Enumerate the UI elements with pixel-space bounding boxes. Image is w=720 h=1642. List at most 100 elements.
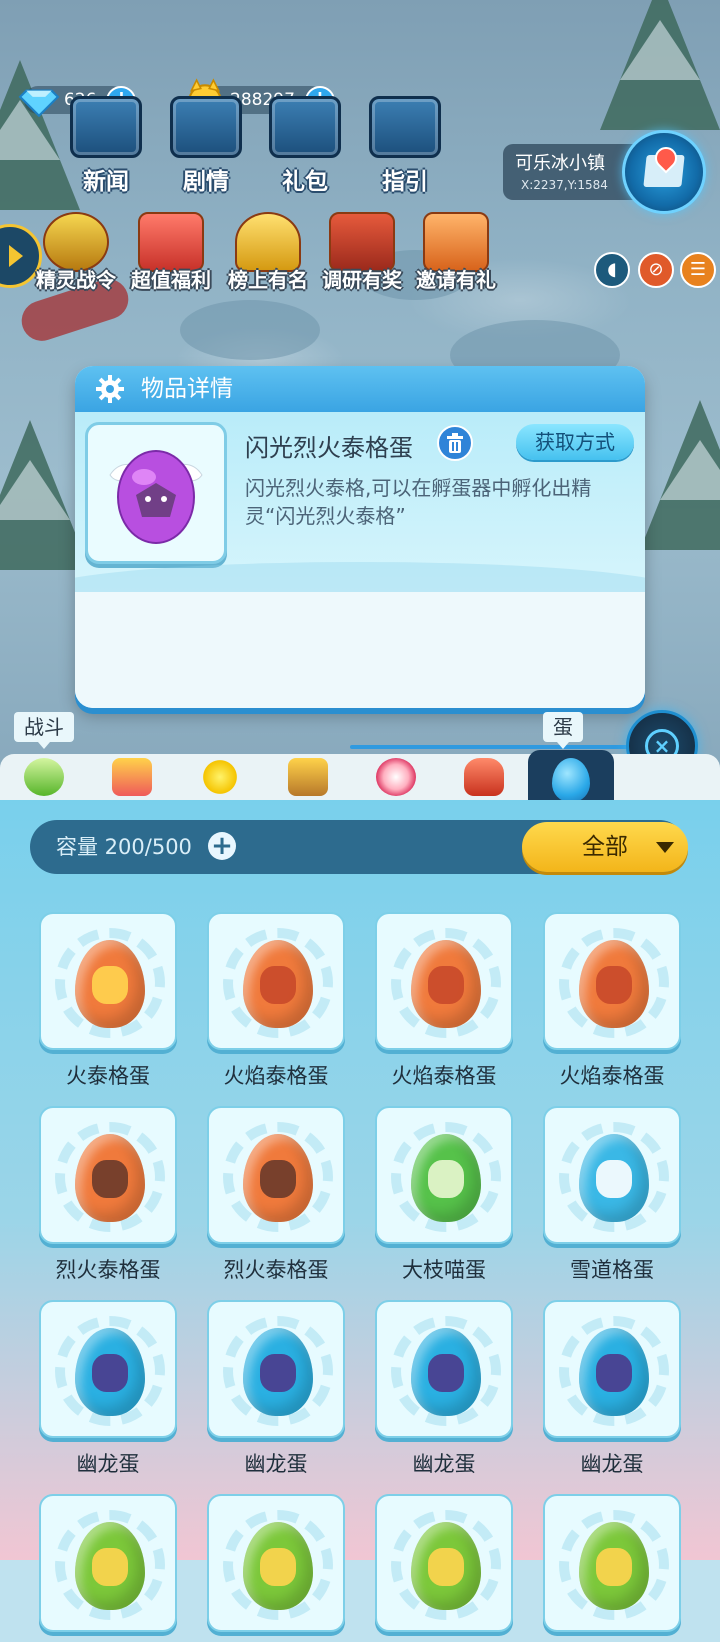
egg-slot[interactable] (375, 1494, 513, 1642)
tab-crown[interactable] (266, 754, 350, 800)
egg-slot-card (39, 1106, 177, 1244)
egg-slot[interactable]: 雪道格蛋 (543, 1106, 681, 1284)
pet-face-image (596, 1354, 632, 1392)
egg-image (411, 940, 481, 1028)
egg-name: 烈火泰格蛋 (55, 1258, 161, 1282)
pet-face-image (92, 966, 128, 1004)
egg-name: 幽龙蛋 (412, 1452, 476, 1476)
pet-face-image (428, 1548, 464, 1586)
egg-image (75, 1134, 145, 1222)
invite-label: 邀请有礼 (416, 268, 496, 292)
pet-face-image (260, 1548, 296, 1586)
tab-props[interactable] (178, 754, 262, 800)
egg-slot[interactable]: 烈火泰格蛋 (39, 1106, 177, 1284)
leaderboard-button[interactable]: 榜上有名 (218, 212, 318, 293)
diamond-icon (18, 89, 60, 118)
gift-box-icon (269, 96, 341, 158)
egg-image (75, 940, 145, 1028)
pet-face-image (428, 966, 464, 1004)
welfare-label: 超值福利 (131, 268, 211, 292)
egg-slot[interactable]: 烈火泰格蛋 (207, 1106, 345, 1284)
egg-slot[interactable]: 幽龙蛋 (39, 1300, 177, 1478)
egg-name: 烈火泰格蛋 (223, 1258, 329, 1282)
egg-name: 幽龙蛋 (580, 1452, 644, 1476)
egg-slot-card (207, 912, 345, 1050)
egg-slot-card (207, 1300, 345, 1438)
battle-pass-label: 精灵战令 (36, 268, 116, 292)
egg-slot-card (207, 1494, 345, 1632)
egg-slot[interactable]: 火焰泰格蛋 (207, 912, 345, 1090)
egg-tab-tag: 蛋 (543, 712, 583, 749)
battle-pass-button[interactable]: 精灵战令 (26, 212, 126, 293)
egg-name: 火泰格蛋 (66, 1064, 150, 1088)
egg-name: 雪道格蛋 (570, 1258, 654, 1282)
tab-egg[interactable] (528, 750, 614, 802)
invite-button[interactable]: 邀请有礼 (406, 212, 506, 293)
tab-mount[interactable] (442, 754, 526, 800)
news-button[interactable]: 新闻 (61, 96, 151, 196)
block-items-icon (112, 758, 152, 796)
star-wand-icon (200, 758, 240, 796)
egg-slot[interactable]: 幽龙蛋 (375, 1300, 513, 1478)
item-info-area: 闪光烈火泰格蛋 获取方式 闪光烈火泰格,可以在孵蛋器中孵化出精灵“闪光烈火泰格” (75, 412, 645, 622)
category-tab-bar (0, 750, 720, 802)
pet-face-image (428, 1354, 464, 1392)
sound-button[interactable]: ◖ (594, 252, 630, 288)
item-image-frame (85, 422, 227, 564)
egg-slot-card (375, 1300, 513, 1438)
survey-label: 调研有奖 (322, 268, 402, 292)
egg-image (411, 1134, 481, 1222)
tab-outfit[interactable] (354, 754, 438, 800)
egg-icon (552, 758, 590, 802)
location-name: 可乐冰小镇 (515, 153, 605, 174)
egg-slot[interactable]: 火焰泰格蛋 (543, 912, 681, 1090)
egg-slot[interactable] (543, 1494, 681, 1642)
egg-slot[interactable] (207, 1494, 345, 1642)
guide-button[interactable]: 指引 (360, 96, 450, 196)
egg-slot-card (375, 1494, 513, 1632)
trash-icon[interactable] (437, 425, 473, 461)
egg-name: 火焰泰格蛋 (391, 1064, 497, 1088)
tab-battle[interactable] (2, 754, 86, 800)
dialog-header: 物品详情 (75, 366, 645, 412)
guide-label: 指引 (382, 169, 428, 195)
egg-slot[interactable]: 火泰格蛋 (39, 912, 177, 1090)
egg-slot[interactable]: 幽龙蛋 (543, 1300, 681, 1478)
gift-pack-button[interactable]: 礼包 (260, 96, 350, 196)
egg-name: 幽龙蛋 (76, 1452, 140, 1476)
egg-slot[interactable]: 火焰泰格蛋 (375, 912, 513, 1090)
mute-button[interactable]: ⊘ (638, 252, 674, 288)
play-list-button[interactable]: ☰ (680, 252, 716, 288)
story-machine-icon (170, 96, 242, 158)
pine-tree (640, 400, 720, 550)
egg-slot-card (375, 912, 513, 1050)
speaker-icon: ◖ (607, 259, 617, 280)
welfare-button[interactable]: 超值福利 (121, 212, 221, 293)
pet-face-image (260, 966, 296, 1004)
egg-slot-card (543, 1494, 681, 1632)
dress-icon (376, 758, 416, 796)
egg-slot[interactable]: 幽龙蛋 (207, 1300, 345, 1478)
egg-name: 火焰泰格蛋 (223, 1064, 329, 1088)
dialog-empty-area (75, 592, 645, 708)
obtain-method-button[interactable]: 获取方式 (516, 424, 634, 460)
story-button[interactable]: 剧情 (161, 96, 251, 196)
egg-image (579, 1522, 649, 1610)
location-coords: X:2237,Y:1584 (521, 178, 608, 192)
egg-slot-card (39, 1300, 177, 1438)
egg-image (579, 940, 649, 1028)
item-description: 闪光烈火泰格,可以在孵蛋器中孵化出精灵“闪光烈火泰格” (245, 476, 592, 528)
survey-button[interactable]: 调研有奖 (312, 212, 412, 293)
inventory-panel: 容量 200/500 + 全部 火泰格蛋 火焰泰格蛋 火焰泰格蛋 火焰泰格蛋 烈火泰格蛋… (0, 800, 720, 1632)
egg-image (243, 1522, 313, 1610)
pet-face-image (596, 1548, 632, 1586)
egg-slot-card (543, 1106, 681, 1244)
egg-image (579, 1328, 649, 1416)
egg-slot[interactable]: 大枝喵蛋 (375, 1106, 513, 1284)
egg-slot[interactable] (39, 1494, 177, 1642)
egg-slot-card (207, 1106, 345, 1244)
map-button[interactable] (622, 130, 706, 214)
tab-items[interactable] (90, 754, 174, 800)
item-detail-dialog: 物品详情 闪光烈火泰格蛋 获取方式 闪光烈火泰格,可以在孵蛋器中孵化出精灵“闪光… (75, 366, 645, 708)
leaderboard-label: 榜上有名 (228, 268, 308, 292)
